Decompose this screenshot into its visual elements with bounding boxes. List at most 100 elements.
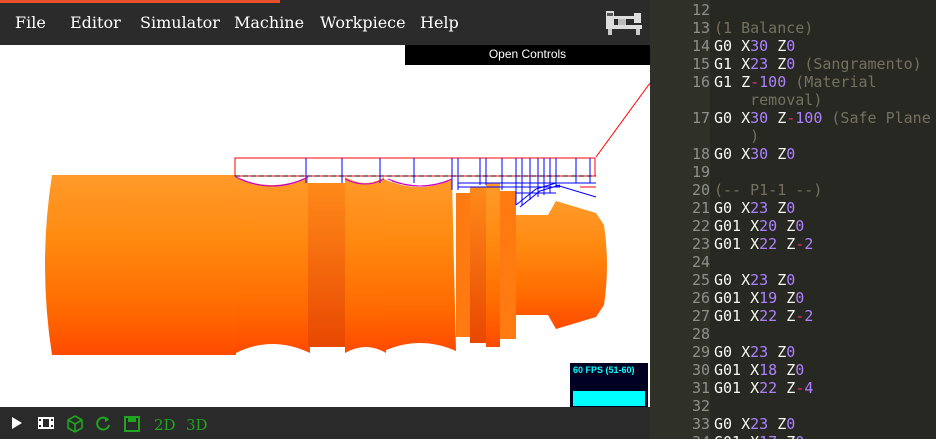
code-token: 23 [750,271,778,289]
menu-workpiece[interactable]: Workpiece [320,13,406,32]
code-token: 0 [786,343,796,361]
fps-label: 60 FPS (51-60) [573,365,635,375]
fps-graph [573,391,645,406]
menu-file[interactable]: File [15,13,46,32]
code-token: 23 [750,55,778,73]
simulator-panel: File Editor Simulator Machine Workpiece … [0,0,650,439]
line-number: 21 [691,199,710,217]
save-icon[interactable] [123,415,141,433]
code-token: Z [777,343,787,361]
code-token: G1 [714,73,742,91]
line-number: 16 [691,73,710,91]
code-token: X [741,415,751,433]
code-token: 4 [804,379,814,397]
code-token: G0 [714,271,742,289]
code-token: X [750,379,760,397]
menu-simulator[interactable]: Simulator [140,13,220,32]
workpiece-groove-2 [500,191,516,339]
line-number: 14 [691,37,710,55]
code-line[interactable]: G1 Z-100 (Material [714,73,877,91]
code-token: 30 [750,145,778,163]
workpiece-groove-1 [456,193,470,337]
code-token: 18 [759,361,787,379]
workpiece-tip [516,201,607,329]
code-token: 17 [759,433,786,439]
3d-viewport[interactable] [0,65,650,407]
code-line[interactable]: G0 X23 Z0 [714,271,795,289]
code-token: G0 [714,109,742,127]
code-line[interactable]: G01 X18 Z0 [714,361,804,379]
code-token: G01 [714,433,750,439]
code-token: G1 [714,55,742,73]
code-line[interactable]: G01 X17 Z0 [714,433,804,439]
cube-icon[interactable] [66,415,84,433]
code-token: X [750,307,760,325]
workpiece-ring-3 [486,183,500,347]
code-token: 100 [759,73,796,91]
menu-editor[interactable]: Editor [70,13,121,32]
view-3d-button[interactable]: 3D [186,416,208,434]
code-token: 2 [804,235,814,253]
workpiece-ring-2 [470,187,486,343]
code-line[interactable]: G01 X22 Z-4 [714,379,813,397]
lathe-icon[interactable] [604,7,644,37]
line-number: 15 [691,55,710,73]
code-token: 2 [804,307,814,325]
code-token: 30 [750,37,778,55]
code-line[interactable]: G01 X22 Z-2 [714,307,813,325]
code-token: X [750,433,759,439]
menu-bar: File Editor Simulator Machine Workpiece … [0,0,650,45]
code-token: (Material [795,73,877,91]
code-token: removal) [714,91,823,109]
code-token: Z [777,145,787,163]
code-line[interactable]: G0 X30 Z0 [714,145,795,163]
code-token: 0 [795,361,805,379]
code-line[interactable]: removal) [714,91,822,109]
code-token: Z [777,109,787,127]
refresh-icon[interactable] [94,415,112,433]
line-number: 18 [691,145,710,163]
code-line[interactable]: (1 Balance) [714,19,813,37]
code-token: Z [786,235,796,253]
workpiece-ring-1 [308,183,345,347]
code-token: X [750,235,760,253]
code-editor[interactable]: 12 13 14 15 16 17 18 19 20 21 22 23 24 25 26 27 28 29 30 31… [650,0,936,439]
code-line[interactable]: G0 X30 Z0 [714,37,795,55]
code-line[interactable]: G01 X20 Z0 [714,217,804,235]
code-token: 0 [786,145,796,163]
code-line[interactable]: G0 X23 Z0 [714,415,795,433]
code-line[interactable]: G1 X23 Z0 (Sangramento) [714,55,922,73]
code-line[interactable]: G0 X23 Z0 [714,343,795,361]
code-line[interactable]: (-- P1-1 --) [714,181,822,199]
line-number: 30 [691,361,710,379]
code-token: ) [714,127,760,145]
code-token: X [741,145,751,163]
code-line[interactable]: G0 X23 Z0 [714,199,795,217]
code-line[interactable]: ) [714,127,759,145]
line-number: 25 [691,271,710,289]
line-number: 17 [691,109,710,127]
line-number: 24 [691,253,710,271]
code-token: X [741,271,751,289]
menu-machine[interactable]: Machine [234,13,304,32]
code-token: G0 [714,199,742,217]
film-icon[interactable] [37,415,55,431]
code-token: 23 [750,343,778,361]
menu-help[interactable]: Help [420,13,459,32]
workpiece-neck-3 [384,179,456,351]
code-token: 0 [795,433,804,439]
code-line[interactable]: G0 X30 Z-100 (Safe Plane [714,109,931,127]
open-controls-button[interactable]: Open Controls [405,45,650,65]
code-token: G01 [714,217,751,235]
code-token: X [741,55,751,73]
code-token: Z [777,55,787,73]
code-token: 0 [786,199,796,217]
fps-monitor: 60 FPS (51-60) [570,363,648,408]
view-2d-button[interactable]: 2D [154,416,176,434]
play-icon[interactable] [10,415,24,431]
code-line[interactable]: G01 X22 Z-2 [714,235,813,253]
code-line[interactable]: G01 X19 Z0 [714,289,804,307]
code-token: G01 [714,307,751,325]
bottom-toolbar: 2D 3D [0,407,650,439]
code-token: 0 [786,271,796,289]
